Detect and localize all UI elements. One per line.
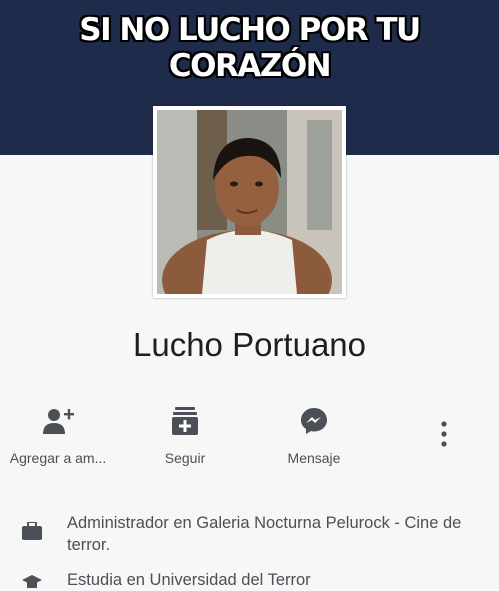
work-text: Administrador en Galeria Nocturna Peluro… bbox=[67, 514, 462, 554]
message-button[interactable]: Mensaje bbox=[244, 398, 384, 466]
follow-icon bbox=[172, 407, 198, 435]
graduation-cap-icon bbox=[22, 575, 42, 588]
message-label: Mensaje bbox=[287, 450, 341, 466]
more-options-button[interactable] bbox=[426, 416, 462, 452]
profile-actions: Agregar a am... Seguir Mensaje bbox=[0, 398, 499, 478]
add-friend-button[interactable]: Agregar a am... bbox=[0, 398, 128, 466]
more-options-icon bbox=[441, 421, 447, 447]
profile-photo-image bbox=[157, 110, 342, 294]
meme-caption: SI NO LUCHO POR TU CORAZÓN bbox=[79, 12, 421, 84]
education-text: Estudia en Universidad del Terror bbox=[67, 571, 311, 589]
follow-label: Seguir bbox=[164, 450, 206, 466]
add-friend-icon bbox=[43, 409, 74, 434]
messenger-icon bbox=[301, 408, 327, 434]
add-friend-label: Agregar a am... bbox=[9, 450, 107, 466]
profile-name: Lucho Portuano bbox=[132, 326, 366, 363]
profile-photo[interactable] bbox=[153, 106, 346, 298]
follow-button[interactable]: Seguir bbox=[115, 398, 255, 466]
briefcase-icon bbox=[22, 522, 42, 540]
